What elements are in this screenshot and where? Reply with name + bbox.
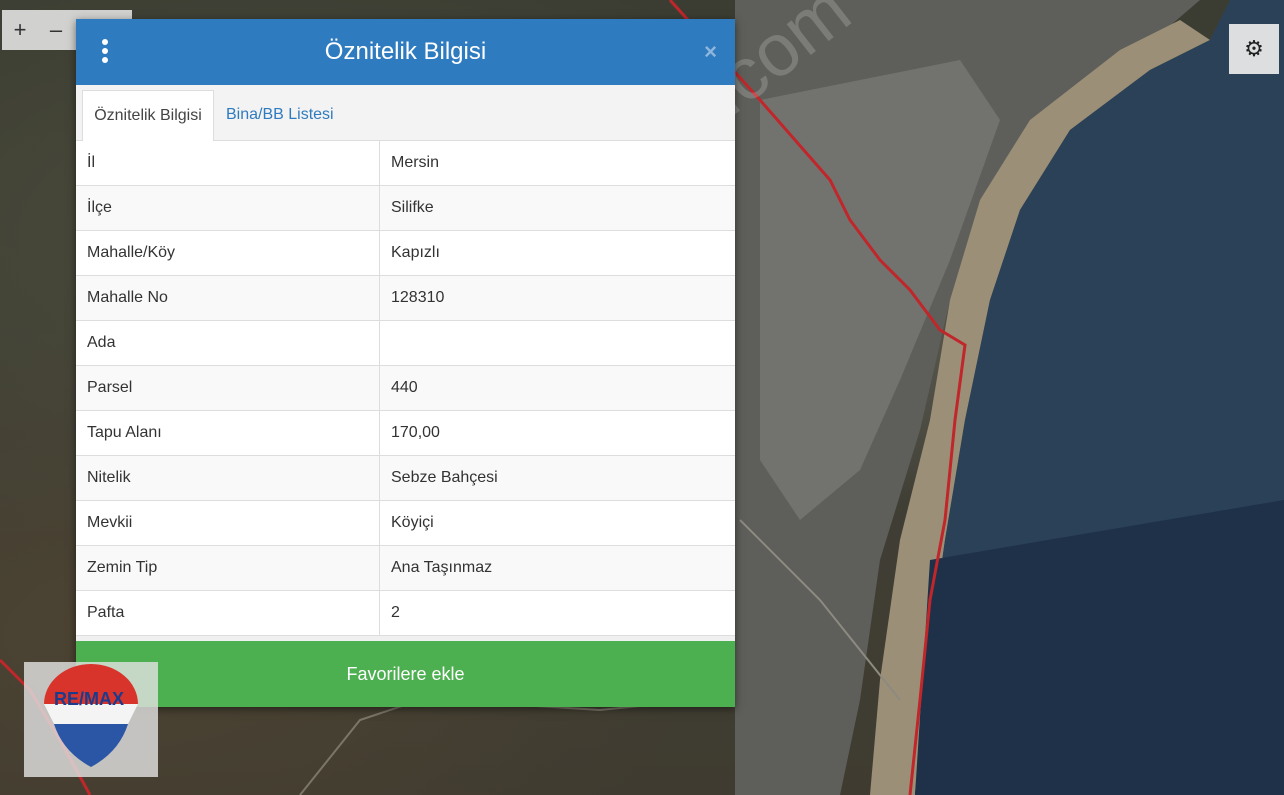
gear-icon: ⚙ (1244, 36, 1264, 61)
row-value: Silifke (379, 185, 735, 231)
row-value: 440 (379, 365, 735, 411)
row-key: Mahalle No (76, 275, 380, 321)
remax-logo-text: RE/MAX (54, 689, 125, 709)
row-key: Mevkii (76, 500, 380, 546)
row-key: İlçe (76, 185, 380, 231)
table-row: Tapu Alanı 170,00 (76, 410, 735, 456)
row-value: 128310 (379, 275, 735, 321)
row-value: Kapızlı (379, 230, 735, 276)
row-value: 2 (379, 590, 735, 636)
row-key: Nitelik (76, 455, 380, 501)
row-value: Köyiçi (379, 500, 735, 546)
add-to-favorites-button[interactable]: Favorilere ekle (76, 641, 735, 707)
kebab-menu-icon[interactable] (98, 39, 112, 67)
row-key: Tapu Alanı (76, 410, 380, 456)
row-key: Mahalle/Köy (76, 230, 380, 276)
table-row: Ada (76, 320, 735, 366)
table-row: İlçe Silifke (76, 185, 735, 231)
row-value: Sebze Bahçesi (379, 455, 735, 501)
dialog-title: Öznitelik Bilgisi (324, 38, 487, 65)
row-value: Ana Taşınmaz (379, 545, 735, 591)
row-value: 170,00 (379, 410, 735, 456)
table-row: Mahalle/Köy Kapızlı (76, 230, 735, 276)
attribute-info-dialog: Öznitelik Bilgisi × Öznitelik Bilgisi Bi… (76, 19, 735, 707)
close-icon[interactable]: × (704, 39, 717, 65)
dialog-header: Öznitelik Bilgisi × (76, 19, 735, 85)
table-row: Parsel 440 (76, 365, 735, 411)
table-row: Nitelik Sebze Bahçesi (76, 455, 735, 501)
row-key: Pafta (76, 590, 380, 636)
dialog-tabs: Öznitelik Bilgisi Bina/BB Listesi (76, 85, 735, 141)
zoom-out-button[interactable]: – (38, 12, 74, 48)
remax-logo: RE/MAX (24, 662, 158, 777)
row-key: Zemin Tip (76, 545, 380, 591)
row-value: Mersin (379, 141, 735, 186)
row-key: Parsel (76, 365, 380, 411)
row-key: Ada (76, 320, 380, 366)
tab-attribute-info[interactable]: Öznitelik Bilgisi (82, 90, 214, 141)
tab-building-list[interactable]: Bina/BB Listesi (226, 90, 334, 140)
row-key: İl (76, 141, 380, 186)
table-row: Mahalle No 128310 (76, 275, 735, 321)
settings-button[interactable]: ⚙ (1229, 24, 1279, 74)
attribute-table: İl Mersin İlçe Silifke Mahalle/Köy Kapızlı … (76, 141, 735, 636)
row-value (379, 320, 735, 366)
table-row: İl Mersin (76, 141, 735, 186)
balloon-icon (44, 664, 138, 767)
zoom-in-button[interactable]: + (2, 12, 38, 48)
table-row: Mevkii Köyiçi (76, 500, 735, 546)
table-row: Zemin Tip Ana Taşınmaz (76, 545, 735, 591)
table-row: Pafta 2 (76, 590, 735, 636)
